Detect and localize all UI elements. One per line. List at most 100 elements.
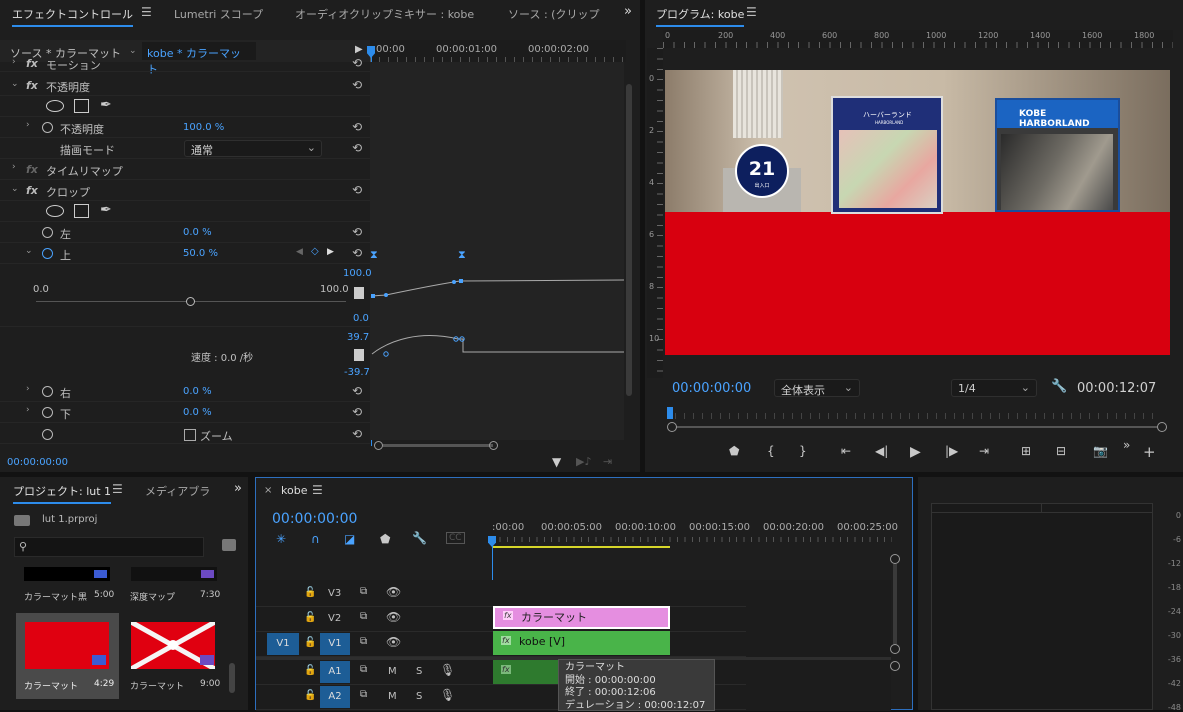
eye-icon[interactable]: 👁 (386, 610, 401, 624)
filter-icon[interactable]: ▼ (552, 455, 561, 469)
scroll-handle-left[interactable] (374, 441, 383, 450)
tab-source[interactable]: ソース : (クリップな (508, 6, 600, 22)
timeline-timecode[interactable]: 00:00:00:00 (272, 511, 357, 527)
panel-menu-icon[interactable]: ☰ (112, 482, 123, 496)
row-opacity[interactable]: › 不透明度 100.0 % ⟲ (0, 117, 370, 138)
track-label-a2[interactable]: A2 (320, 686, 350, 708)
mark-out-icon[interactable]: } (799, 444, 807, 458)
graph-scale-icon[interactable] (354, 349, 364, 361)
sync-lock-icon[interactable]: ⧉ (360, 586, 367, 597)
crop-right-value[interactable]: 0.0 % (183, 386, 212, 397)
ec-vertical-scrollbar[interactable] (626, 84, 632, 396)
new-search-bin-icon[interactable] (222, 539, 236, 551)
blend-mode-select[interactable]: 通常 ⌄ (184, 140, 322, 157)
row-crop[interactable]: ⌄ fx クロップ ⟲ (0, 180, 370, 201)
panel-menu-icon[interactable]: ☰ (746, 5, 757, 19)
reset-icon[interactable]: ⟲ (350, 225, 364, 239)
panel-overflow-icon[interactable]: » (234, 481, 242, 496)
reset-icon[interactable]: ⟲ (350, 56, 364, 70)
tab-media-browser[interactable]: メディアブラ (145, 483, 210, 499)
track-label-a1[interactable]: A1 (320, 661, 350, 683)
program-scrub-bar[interactable] (667, 405, 1167, 435)
mute-button[interactable]: M (388, 666, 397, 677)
chevron-down-icon[interactable]: ⌄ (11, 184, 19, 194)
track-v3[interactable]: 🔓 V3 ⧉ 👁 (256, 582, 746, 607)
fx-icon[interactable]: fx (26, 184, 38, 197)
scroll-bar[interactable] (383, 444, 493, 447)
audio-only-icon[interactable]: ▶♪ (576, 455, 591, 468)
scrub-playhead[interactable] (667, 407, 673, 419)
keyframe-ruler[interactable]: 00:00 00:00:01:00 00:00:02:00 (370, 40, 626, 62)
timeline-v-scroll-bottom[interactable] (890, 644, 900, 654)
panel-menu-icon[interactable]: ☰ (141, 5, 152, 19)
timeline-v-scroll-top[interactable] (890, 554, 900, 564)
stopwatch-icon[interactable] (42, 248, 53, 259)
tab-timeline-kobe[interactable]: kobe (281, 484, 307, 497)
project-item-color-matte-selected[interactable]: カラーマット 4:29 (16, 613, 119, 699)
program-timecode[interactable]: 00:00:00:00 (672, 381, 751, 396)
clip-kobe-video[interactable]: fx kobe [V] (493, 631, 670, 655)
overflow-icon[interactable]: » (1123, 438, 1130, 452)
tab-audio-clip-mixer[interactable]: オーディオクリップミキサー : kobe (295, 6, 474, 22)
step-forward-icon[interactable]: |▶ (945, 444, 958, 458)
chevron-right-icon[interactable]: › (12, 57, 16, 67)
timeline-v-scroll-bar[interactable] (893, 564, 897, 644)
fx-icon[interactable]: fx (26, 163, 38, 176)
row-opacity-group[interactable]: ⌄ fx 不透明度 ⟲ (0, 75, 370, 96)
ellipse-mask-icon[interactable] (46, 205, 64, 217)
chevron-down-icon[interactable]: ⌄ (11, 79, 19, 89)
prev-keyframe-icon[interactable]: ◀ (296, 247, 303, 257)
fx-icon[interactable]: fx (26, 79, 38, 92)
row-crop-zoom[interactable]: ズーム ⟲ (0, 424, 370, 444)
scrub-in-handle[interactable] (667, 422, 677, 432)
scrub-track[interactable] (675, 426, 1159, 428)
row-crop-left[interactable]: 左 0.0 % ⟲ (0, 222, 370, 243)
reset-icon[interactable]: ⟲ (350, 405, 364, 419)
ellipse-mask-icon[interactable] (46, 100, 64, 112)
camera-icon[interactable]: 📷 (1093, 444, 1108, 458)
eye-icon[interactable]: 👁 (386, 585, 401, 599)
row-blend-mode[interactable]: 描画モード 通常 ⌄ ⟲ (0, 138, 370, 159)
chevron-right-icon[interactable]: › (12, 162, 16, 172)
track-label-v2[interactable]: V2 (328, 613, 341, 624)
row-crop-bottom[interactable]: › 下 0.0 % ⟲ (0, 402, 370, 423)
reset-icon[interactable]: ⟲ (350, 183, 364, 197)
linked-selection-icon[interactable]: ◪ (344, 532, 355, 546)
play-icon[interactable]: ▶ (910, 444, 921, 460)
reset-icon[interactable]: ⟲ (350, 246, 364, 260)
reset-icon[interactable]: ⟲ (350, 78, 364, 92)
track-label-v3[interactable]: V3 (328, 588, 341, 599)
crop-bottom-value[interactable]: 0.0 % (183, 407, 212, 418)
tab-program[interactable]: プログラム: kobe (656, 6, 744, 22)
reset-icon[interactable]: ⟲ (350, 141, 364, 155)
reset-icon[interactable]: ⟲ (350, 384, 364, 398)
go-to-in-icon[interactable]: ⇤ (841, 444, 851, 458)
fx-icon[interactable]: fx (26, 57, 38, 70)
wrench-icon[interactable]: 🔧 (412, 531, 427, 545)
export-icon[interactable]: ⇥ (603, 455, 612, 468)
wrench-icon[interactable]: 🔧 (1051, 379, 1067, 394)
crop-left-value[interactable]: 0.0 % (183, 227, 212, 238)
add-marker-icon[interactable]: ⬟ (729, 444, 739, 458)
zoom-select[interactable]: 全体表示 ⌄ (774, 379, 860, 397)
source-patch-v1[interactable]: V1 (267, 633, 299, 655)
stopwatch-icon[interactable] (42, 407, 53, 418)
chevron-down-icon[interactable]: ⌄ (129, 46, 137, 56)
sync-lock-icon[interactable]: ⧉ (360, 636, 367, 647)
stopwatch-icon[interactable] (42, 122, 53, 133)
tab-effect-controls[interactable]: エフェクトコントロール (12, 6, 133, 22)
project-item-depth-map[interactable]: 深度マップ 7:30 (124, 567, 224, 607)
pen-mask-icon[interactable]: ✒ (100, 202, 112, 218)
sync-lock-icon[interactable]: ⧉ (360, 611, 367, 622)
nest-icon[interactable]: ✳ (276, 532, 286, 546)
next-keyframe-icon[interactable]: ▶ (327, 247, 334, 257)
lock-icon[interactable]: 🔓 (304, 690, 316, 701)
slider-thumb[interactable] (186, 297, 195, 306)
row-crop-right[interactable]: › 右 0.0 % ⟲ (0, 381, 370, 402)
eye-icon[interactable]: 👁 (386, 635, 401, 649)
stopwatch-icon[interactable] (42, 429, 53, 440)
add-marker-icon[interactable]: ⬟ (380, 532, 390, 546)
lock-icon[interactable]: 🔓 (304, 665, 316, 676)
solo-button[interactable]: S (416, 666, 422, 677)
mark-in-icon[interactable]: { (767, 444, 775, 458)
